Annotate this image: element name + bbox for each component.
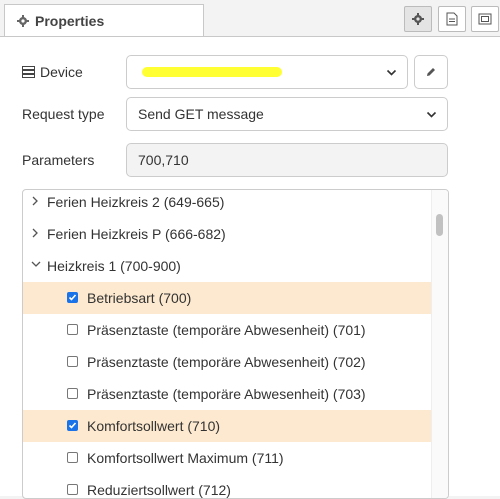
chevron-down-icon (386, 69, 397, 76)
gear-icon (412, 13, 424, 25)
gear-icon (17, 14, 29, 27)
checkbox[interactable] (67, 452, 78, 463)
tree-item-label: Komfortsollwert (710) (87, 418, 221, 434)
tree-item-label: Komfortsollwert Maximum (711) (87, 450, 284, 466)
chevron-right-icon (32, 228, 38, 238)
tree-item[interactable]: Komfortsollwert Maximum (711) (23, 442, 433, 474)
checkbox-checked[interactable] (67, 420, 78, 431)
parameters-value: 700,710 (138, 152, 189, 168)
tree-item-label: Präsenztaste (temporäre Abwesenheit) (70… (87, 354, 366, 370)
tree-item[interactable]: Präsenztaste (temporäre Abwesenheit) (70… (23, 314, 433, 346)
tree-item-label: Präsenztaste (temporäre Abwesenheit) (70… (87, 322, 366, 338)
tree-item-label: Präsenztaste (temporäre Abwesenheit) (70… (87, 386, 366, 402)
chevron-down-icon (31, 261, 41, 267)
checkbox[interactable] (67, 484, 78, 495)
chevron-right-icon (32, 196, 38, 206)
tree-group[interactable]: Ferien Heizkreis P (666-682) (23, 218, 433, 250)
appearance-button[interactable] (471, 6, 499, 32)
tree-group[interactable]: Ferien Heizkreis 2 (649-665) (23, 190, 433, 218)
device-select[interactable] (126, 55, 408, 89)
settings-button[interactable] (404, 6, 432, 32)
checkbox[interactable] (67, 324, 78, 335)
frame-icon (478, 13, 492, 25)
parameters-label: Parameters (22, 152, 95, 168)
checkbox-checked[interactable] (67, 292, 78, 303)
parameter-tree[interactable]: Ferien Heizkreis 2 (649-665) Ferien Heiz… (22, 189, 449, 499)
properties-panel: Device Request type Send GET message Par… (0, 37, 500, 499)
tree-group-label: Ferien Heizkreis P (666-682) (47, 226, 226, 242)
pencil-icon (427, 68, 435, 76)
tree-item-label: Betriebsart (700) (87, 290, 192, 306)
description-button[interactable] (438, 6, 466, 32)
tree-scrollbar[interactable] (431, 190, 448, 498)
request-type-label: Request type (22, 106, 105, 122)
redaction-mark (142, 67, 282, 77)
tree-item[interactable]: Präsenztaste (temporäre Abwesenheit) (70… (23, 346, 433, 378)
tree-item[interactable]: Komfortsollwert (710) (23, 410, 433, 442)
tab-properties[interactable]: Properties (4, 4, 204, 36)
tab-title: Properties (35, 12, 105, 29)
checkbox[interactable] (67, 356, 78, 367)
tree-group[interactable]: Heizkreis 1 (700-900) (23, 250, 433, 282)
request-type-value: Send GET message (138, 106, 264, 122)
tree-group-label: Ferien Heizkreis 2 (649-665) (47, 194, 225, 210)
chevron-down-icon (426, 111, 437, 118)
parameters-field[interactable]: 700,710 (126, 143, 448, 177)
checkbox[interactable] (67, 388, 78, 399)
tree-item[interactable]: Reduziertsollwert (712) (23, 474, 433, 498)
server-icon (22, 66, 35, 78)
request-type-select[interactable]: Send GET message (126, 97, 448, 131)
tree-item[interactable]: Betriebsart (700) (23, 282, 433, 314)
device-label: Device (22, 62, 83, 82)
scrollbar-thumb[interactable] (436, 214, 443, 236)
tab-bar: Properties (0, 0, 500, 37)
document-icon (446, 12, 458, 26)
device-label-text: Device (40, 64, 83, 80)
tree-item[interactable]: Präsenztaste (temporäre Abwesenheit) (70… (23, 378, 433, 410)
tree-group-label: Heizkreis 1 (700-900) (47, 258, 181, 274)
edit-device-button[interactable] (414, 55, 448, 89)
